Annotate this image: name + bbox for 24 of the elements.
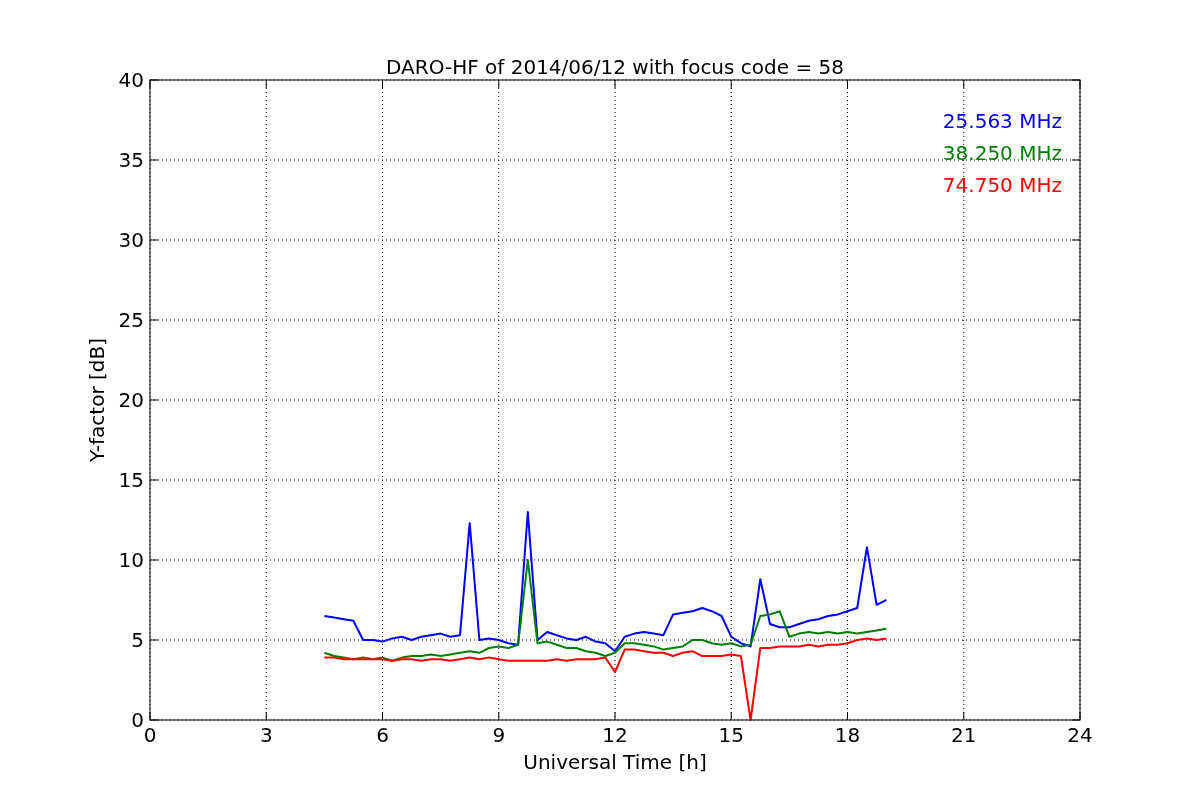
y-tick-label: 5 — [131, 628, 144, 652]
x-tick-label: 6 — [376, 723, 389, 747]
x-axis-title: Universal Time [h] — [523, 750, 707, 774]
y-tick-label: 40 — [118, 68, 144, 92]
y-tick-label: 15 — [118, 468, 144, 492]
x-tick-label: 15 — [718, 723, 744, 747]
y-tick-label: 35 — [118, 148, 144, 172]
legend-label: 74.750 MHz — [942, 173, 1062, 197]
x-tick-label: 24 — [1067, 723, 1093, 747]
x-tick-label: 3 — [259, 723, 273, 747]
x-tick-label: 18 — [834, 723, 861, 747]
x-tick-label: 12 — [602, 723, 628, 747]
y-tick-label: 10 — [118, 548, 144, 572]
x-tick-label: 21 — [951, 723, 977, 747]
legend-label: 25.563 MHz — [942, 109, 1062, 133]
y-tick-label: 0 — [131, 708, 144, 732]
chart-title: DARO-HF of 2014/06/12 with focus code = 58 — [386, 55, 844, 79]
y-tick-label: 30 — [118, 228, 144, 252]
legend-label: 38.250 MHz — [942, 141, 1062, 165]
y-tick-label: 20 — [118, 388, 144, 412]
y-axis-title: Y-factor [dB] — [85, 338, 109, 462]
x-tick-label: 9 — [492, 723, 506, 747]
x-tick-label: 0 — [143, 723, 157, 747]
y-tick-label: 25 — [118, 308, 144, 332]
